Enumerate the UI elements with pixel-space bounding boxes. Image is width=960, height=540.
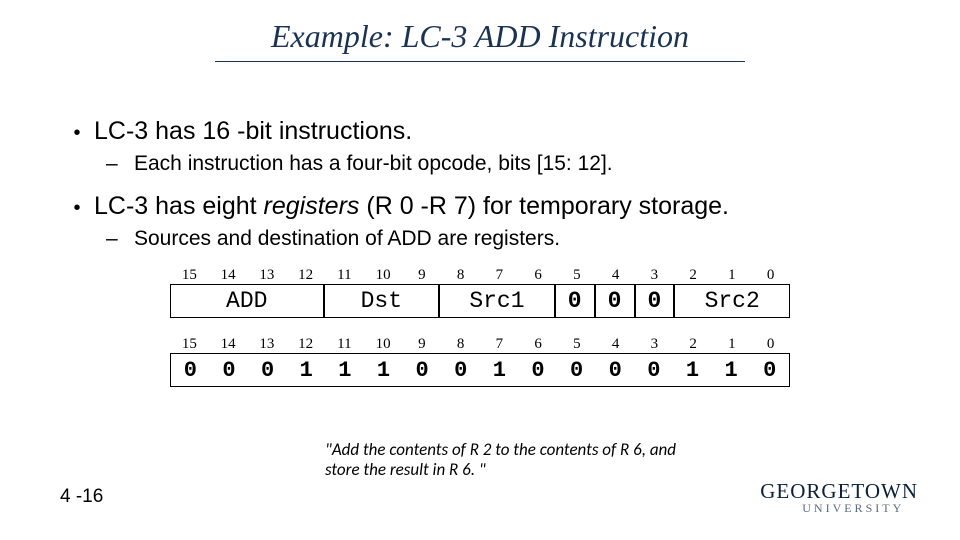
bit-cell: 1 — [673, 354, 712, 386]
bit-index: 12 — [286, 267, 325, 284]
bullet-2: • LC-3 has eight registers (R 0 -R 7) fo… — [60, 192, 900, 221]
bullet-1: • LC-3 has 16 -bit instructions. — [60, 117, 900, 146]
bit-index: 8 — [441, 267, 480, 284]
bit-index: 0 — [751, 267, 790, 284]
bit-index: 9 — [403, 267, 442, 284]
example-bits-row: 0 0 0 1 1 1 0 0 1 0 0 0 0 1 1 0 — [170, 353, 790, 387]
bit-index: 14 — [209, 267, 248, 284]
field-zero: 0 — [635, 285, 675, 317]
bullet-dot-icon: • — [60, 197, 94, 220]
bullet-dot-icon: • — [60, 122, 94, 145]
bit-index: 14 — [209, 336, 248, 353]
bit-cell: 0 — [557, 354, 596, 386]
bit-index: 10 — [364, 267, 403, 284]
bit-index: 3 — [635, 336, 674, 353]
georgetown-logo: GEORGETOWN UNIVERSITY — [760, 481, 918, 514]
page-title: Example: LC-3 ADD Instruction — [0, 0, 960, 61]
bit-index: 10 — [364, 336, 403, 353]
bit-index: 15 — [170, 336, 209, 353]
bullet-1a-text: Each instruction has a four-bit opcode, … — [134, 152, 613, 176]
bit-index: 3 — [635, 267, 674, 284]
bit-cell: 0 — [750, 354, 789, 386]
bit-cell: 0 — [403, 354, 442, 386]
bullet-2-pre: LC-3 has eight — [94, 192, 264, 220]
field-src2: Src2 — [674, 285, 790, 317]
bit-index: 1 — [713, 336, 752, 353]
bit-index: 4 — [596, 267, 635, 284]
bit-cell: 0 — [596, 354, 635, 386]
logo-main: GEORGETOWN — [760, 481, 918, 502]
bit-index: 15 — [170, 267, 209, 284]
bullet-2-post: (R 0 -R 7) for temporary storage. — [359, 192, 729, 220]
field-layout-row: ADD Dst Src1 0 0 0 Src2 — [170, 284, 790, 318]
bullet-1a: – Each instruction has a four-bit opcode… — [60, 152, 900, 176]
field-opcode: ADD — [170, 285, 324, 317]
bullet-2a-text: Sources and destination of ADD are regis… — [134, 227, 560, 251]
bit-index: 2 — [674, 267, 713, 284]
bit-index: 13 — [248, 336, 287, 353]
bit-cell: 0 — [441, 354, 480, 386]
bit-index: 7 — [480, 267, 519, 284]
bit-index: 4 — [596, 336, 635, 353]
bit-index: 11 — [325, 267, 364, 284]
bit-index: 6 — [519, 336, 558, 353]
bullet-2-em: registers — [264, 192, 360, 220]
example-caption: "Add the contents of R 2 to the contents… — [325, 440, 695, 481]
bit-index: 5 — [558, 267, 597, 284]
field-zero: 0 — [555, 285, 595, 317]
bullet-2-text: LC-3 has eight registers (R 0 -R 7) for … — [94, 192, 729, 221]
bit-cell: 1 — [480, 354, 519, 386]
bit-index: 11 — [325, 336, 364, 353]
field-src1: Src1 — [439, 285, 555, 317]
bullet-dash-icon: – — [106, 152, 134, 176]
field-dst: Dst — [324, 285, 440, 317]
bit-index: 9 — [403, 336, 442, 353]
bullet-dash-icon: – — [106, 227, 134, 251]
bullet-2a: – Sources and destination of ADD are reg… — [60, 227, 900, 251]
bit-index: 7 — [480, 336, 519, 353]
bit-index: 0 — [751, 336, 790, 353]
bit-cell: 1 — [287, 354, 326, 386]
bit-indices-row-2: 15 14 13 12 11 10 9 8 7 6 5 4 3 2 1 0 — [170, 336, 790, 353]
bit-index: 12 — [286, 336, 325, 353]
content-area: • LC-3 has 16 -bit instructions. – Each … — [0, 62, 960, 387]
bit-cell: 0 — [519, 354, 558, 386]
bit-cell: 0 — [248, 354, 287, 386]
bit-index: 8 — [441, 336, 480, 353]
bit-index: 13 — [248, 267, 287, 284]
bit-indices-row-1: 15 14 13 12 11 10 9 8 7 6 5 4 3 2 1 0 — [170, 267, 790, 284]
logo-sub: UNIVERSITY — [760, 502, 918, 514]
encoding-diagram: 15 14 13 12 11 10 9 8 7 6 5 4 3 2 1 0 AD… — [170, 267, 790, 387]
bit-cell: 1 — [712, 354, 751, 386]
bit-index: 5 — [558, 336, 597, 353]
bit-index: 2 — [674, 336, 713, 353]
bit-cell: 1 — [326, 354, 365, 386]
field-zero: 0 — [595, 285, 635, 317]
bullet-1-text: LC-3 has 16 -bit instructions. — [94, 117, 412, 146]
bit-cell: 0 — [171, 354, 210, 386]
bit-cell: 1 — [364, 354, 403, 386]
bit-index: 1 — [713, 267, 752, 284]
bit-cell: 0 — [210, 354, 249, 386]
bit-cell: 0 — [635, 354, 674, 386]
bit-index: 6 — [519, 267, 558, 284]
page-number: 4 -16 — [60, 486, 103, 508]
slide: Example: LC-3 ADD Instruction • LC-3 has… — [0, 0, 960, 540]
